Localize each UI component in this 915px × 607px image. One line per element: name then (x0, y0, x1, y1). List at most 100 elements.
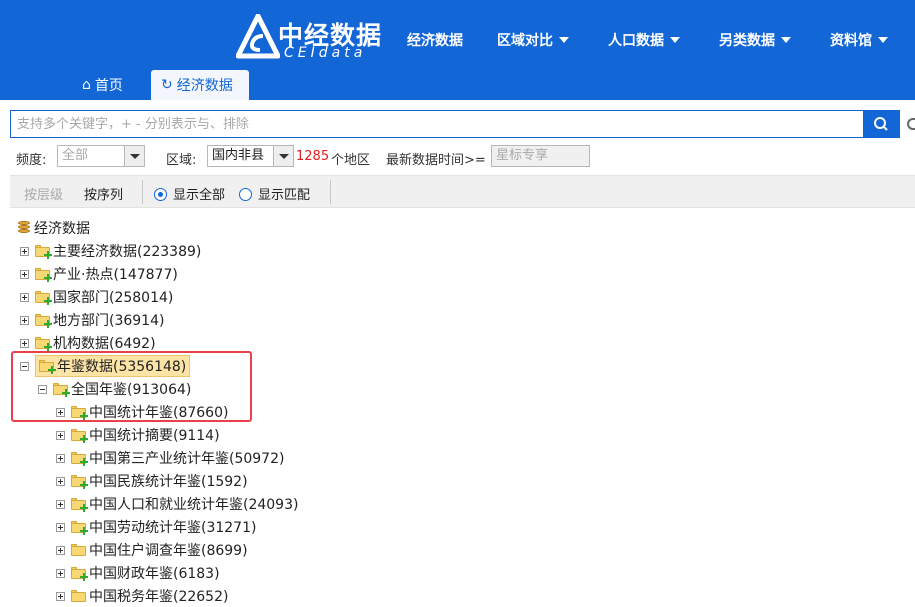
region-select-value: 国内非县 (212, 148, 265, 163)
partial-icon (907, 118, 915, 130)
expand-icon[interactable] (20, 246, 29, 256)
tree-node-label: 中国第三产业统计年鉴(50972) (89, 451, 285, 467)
search-box (10, 110, 864, 138)
nav-economic-data-label: 经济数据 (407, 33, 463, 49)
toolbar-divider (142, 180, 143, 204)
folder-icon (71, 590, 86, 602)
tree-node-label: 国家部门(258014) (53, 290, 174, 306)
expand-icon[interactable] (20, 315, 29, 325)
tree-node[interactable]: 中国人口和就业统计年鉴(24093) (56, 493, 298, 515)
tree-node-label: 中国税务年鉴(22652) (89, 589, 229, 605)
folder-icon (71, 544, 86, 556)
tree-node-label: 中国住户调查年鉴(8699) (89, 543, 248, 559)
latest-time-placeholder: 星标专享 (496, 148, 549, 163)
radio-checked-icon (154, 188, 167, 201)
tree-node[interactable]: 中国住户调查年鉴(8699) (56, 539, 248, 561)
caret-down-icon (670, 37, 680, 43)
folder-add-icon (71, 567, 88, 581)
tree-node[interactable]: 主要经济数据(223389) (20, 240, 201, 262)
nav-region-compare[interactable]: 区域对比 (497, 30, 569, 50)
folder-add-icon (71, 498, 88, 512)
tree-node-label: 地方部门(36914) (53, 313, 165, 329)
tree-node[interactable]: 中国民族统计年鉴(1592) (56, 470, 248, 492)
expand-icon[interactable] (56, 545, 65, 555)
folder-add-icon (71, 521, 88, 535)
nav-library-label: 资料馆 (830, 33, 872, 49)
ceidata-logo[interactable]: 中经数据 CEIdata (236, 14, 386, 62)
tree-node[interactable]: 中国劳动统计年鉴(31271) (56, 516, 256, 538)
latest-time-input[interactable]: 星标专享 (491, 145, 590, 167)
caret-down-icon (559, 37, 569, 43)
by-level-button[interactable]: 按层级 (24, 184, 63, 203)
toolbar-divider (330, 180, 331, 204)
tree-node-label: 中国财政年鉴(6183) (89, 566, 220, 582)
nav-alternative-data-label: 另类数据 (719, 33, 775, 49)
folder-add-icon (35, 337, 52, 351)
tree-node[interactable]: 产业·热点(147877) (20, 263, 178, 285)
annotation-highlight-box (11, 351, 252, 422)
folder-add-icon (71, 475, 88, 489)
tree-node[interactable]: 国家部门(258014) (20, 286, 173, 308)
tree-root[interactable]: 经济数据 (18, 217, 90, 239)
show-all-radio[interactable]: 显示全部 (154, 184, 225, 203)
tab-home[interactable]: ⌂ 首页 (82, 70, 123, 100)
tree-node[interactable]: 中国税务年鉴(22652) (56, 585, 228, 607)
tree-node[interactable]: 中国财政年鉴(6183) (56, 562, 220, 584)
search-input[interactable] (11, 111, 863, 137)
show-match-label: 显示匹配 (258, 188, 311, 203)
folder-add-icon (35, 245, 52, 259)
by-sequence-button[interactable]: 按序列 (84, 184, 123, 203)
view-toolbar: 按层级 按序列 显示全部 显示匹配 (10, 175, 915, 208)
expand-icon[interactable] (20, 338, 29, 348)
radio-unchecked-icon (239, 188, 252, 201)
database-icon (18, 221, 30, 235)
tree-node-label: 产业·热点(147877) (53, 267, 178, 283)
folder-add-icon (71, 452, 88, 466)
nav-population-data-label: 人口数据 (608, 33, 664, 49)
tree-node-label: 机构数据(6492) (53, 336, 156, 352)
frequency-label: 频度: (16, 153, 47, 168)
folder-add-icon (35, 291, 52, 305)
nav-library[interactable]: 资料馆 (830, 30, 888, 50)
tree-node[interactable]: 中国统计摘要(9114) (56, 424, 220, 446)
search-button[interactable] (863, 110, 900, 138)
expand-icon[interactable] (56, 430, 65, 440)
tab-economic-data[interactable]: ↻ 经济数据 (151, 70, 249, 100)
tree-node[interactable]: 中国第三产业统计年鉴(50972) (56, 447, 284, 469)
expand-icon[interactable] (56, 453, 65, 463)
nav-alternative-data[interactable]: 另类数据 (719, 30, 791, 50)
refresh-icon: ↻ (161, 77, 173, 93)
show-all-label: 显示全部 (173, 188, 226, 203)
expand-icon[interactable] (20, 269, 29, 279)
region-label: 区域: (166, 153, 197, 168)
logo-mark-icon (236, 14, 280, 59)
region-count-suffix: 个地区 (331, 153, 371, 168)
nav-region-compare-label: 区域对比 (497, 33, 553, 49)
expand-icon[interactable] (20, 292, 29, 302)
expand-icon[interactable] (56, 476, 65, 486)
latest-time-label: 最新数据时间>= (386, 153, 486, 168)
tree-node-label: 主要经济数据(223389) (53, 244, 202, 260)
expand-icon[interactable] (56, 499, 65, 509)
tree-node[interactable]: 地方部门(36914) (20, 309, 164, 331)
show-match-radio[interactable]: 显示匹配 (239, 184, 310, 203)
tree-node-label: 中国民族统计年鉴(1592) (89, 474, 248, 490)
dropdown-arrow-icon (124, 146, 144, 166)
tree-root-label: 经济数据 (34, 221, 90, 237)
logo-english-text: CEIdata (284, 45, 367, 61)
expand-icon[interactable] (56, 568, 65, 578)
expand-icon[interactable] (56, 591, 65, 601)
filter-bar: 频度: 全部 区域: 国内非县 1285 个地区 最新数据时间>= 星标专享 (0, 142, 915, 172)
tab-economic-data-label: 经济数据 (176, 78, 233, 94)
nav-economic-data[interactable]: 经济数据 (407, 30, 463, 50)
search-icon (874, 117, 888, 131)
expand-icon[interactable] (56, 522, 65, 532)
region-count: 1285 (296, 149, 330, 164)
nav-population-data[interactable]: 人口数据 (608, 30, 680, 50)
tree-node-label: 中国统计摘要(9114) (89, 428, 220, 444)
caret-down-icon (781, 37, 791, 43)
home-icon: ⌂ (82, 77, 91, 93)
region-select[interactable]: 国内非县 (207, 145, 294, 167)
frequency-select[interactable]: 全部 (57, 145, 145, 167)
folder-add-icon (35, 268, 52, 282)
